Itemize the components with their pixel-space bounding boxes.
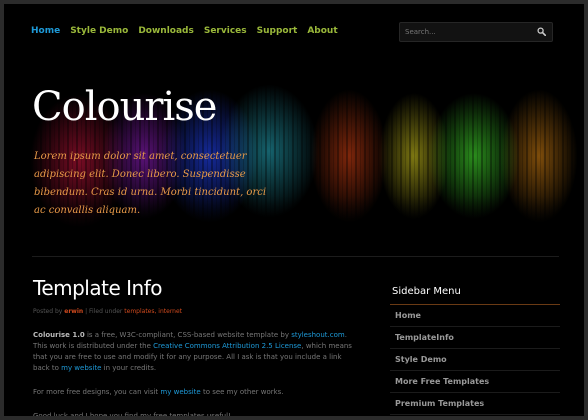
top-navigation: Home Style Demo Downloads Services Suppo… — [4, 4, 584, 47]
my-website-link[interactable]: my website — [61, 364, 101, 372]
header-banner: Colourise Lorem ipsum dolor sit amet, co… — [4, 46, 584, 256]
paragraph-text: is a free, W3C-compliant, CSS-based webs… — [84, 331, 292, 339]
post-meta: Posted by erwin | Filed under templates,… — [33, 308, 353, 315]
tags-link[interactable]: templates, internet — [124, 308, 182, 315]
site-tagline: Lorem ipsum dolor sit amet, consectetuer… — [34, 151, 267, 216]
nav-item-about[interactable]: About — [307, 26, 337, 36]
search-box — [399, 22, 553, 42]
sidebar: Sidebar Menu Home TemplateInfo Style Dem… — [390, 286, 560, 415]
styleshout-link[interactable]: styleshout.com — [291, 331, 345, 339]
sidebar-item-templateinfo[interactable]: TemplateInfo — [390, 328, 560, 349]
post-title: Template Info — [33, 276, 162, 300]
nav-item-downloads[interactable]: Downloads — [138, 26, 194, 36]
sidebar-item-premium-templates[interactable]: Premium Templates — [390, 394, 560, 415]
sidebar-title: Sidebar Menu — [392, 286, 461, 297]
sidebar-divider — [390, 304, 560, 305]
main-content: Template Info Posted by erwin | Filed un… — [33, 276, 353, 420]
post-paragraph: Colourise 1.0 is a free, W3C-compliant, … — [33, 330, 353, 374]
nav-item-style-demo[interactable]: Style Demo — [70, 26, 128, 36]
nav-item-home[interactable]: Home — [31, 26, 60, 36]
sidebar-item-style-demo[interactable]: Style Demo — [390, 350, 560, 371]
paragraph-text: For more free designs, you can visit — [33, 388, 161, 396]
browser-page: Home Style Demo Downloads Services Suppo… — [0, 0, 588, 420]
post-paragraph: For more free designs, you can visit my … — [33, 387, 353, 398]
search-icon[interactable] — [537, 27, 546, 36]
posted-by-label: Posted by — [33, 308, 63, 315]
nav-item-support[interactable]: Support — [257, 26, 298, 36]
search-input[interactable] — [405, 25, 525, 38]
sidebar-menu: Home TemplateInfo Style Demo More Free T… — [390, 306, 560, 415]
paragraph-text: to see my other works. — [200, 388, 284, 396]
post-paragraph: Good luck and I hope you find my free te… — [33, 412, 231, 420]
header-divider — [32, 256, 559, 257]
sidebar-item-home[interactable]: Home — [390, 306, 560, 327]
license-link[interactable]: Creative Commons Attribution 2.5 License — [153, 342, 301, 350]
nav-item-services[interactable]: Services — [204, 26, 247, 36]
meta-separator: | — [85, 308, 88, 315]
site-title: Colourise — [32, 84, 217, 130]
sidebar-item-more-free-templates[interactable]: More Free Templates — [390, 372, 560, 393]
template-name: Colourise 1.0 — [33, 331, 85, 339]
paragraph-text: in your credits. — [101, 364, 157, 372]
filed-under-label: Filed under — [89, 308, 123, 315]
nav-menu: Home Style Demo Downloads Services Suppo… — [31, 26, 338, 36]
my-website-link[interactable]: my website — [160, 388, 200, 396]
author-link[interactable]: erwin — [64, 308, 83, 315]
